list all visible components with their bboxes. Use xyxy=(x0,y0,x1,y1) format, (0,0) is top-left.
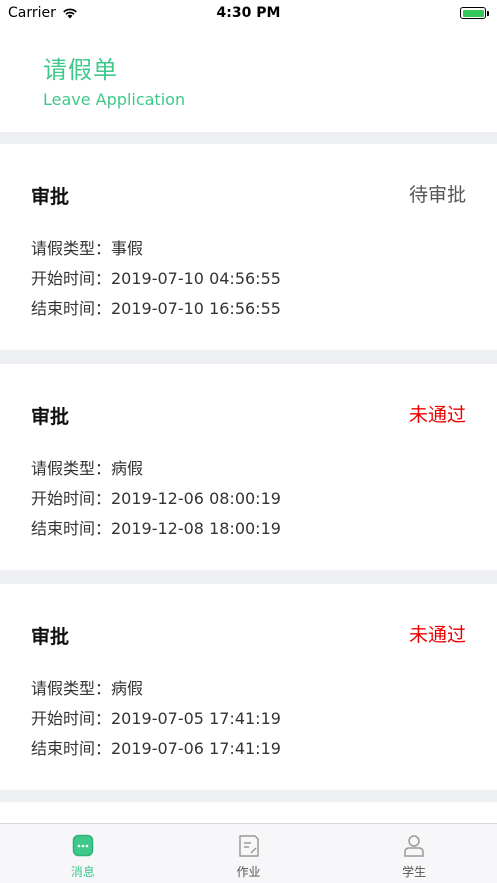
leave-card[interactable]: 审批 未通过 请假类型：病假 开始时间：2019-12-06 08:00:19 … xyxy=(0,364,497,570)
end-time: 结束时间：2019-12-08 18:00:19 xyxy=(31,519,281,538)
tab-label: 学生 xyxy=(402,865,427,879)
status-badge: 未通过 xyxy=(408,624,466,646)
status-badge: 未通过 xyxy=(408,404,466,426)
tab-homework[interactable]: 作业 xyxy=(166,824,332,883)
leave-type: 请假类型：事假 xyxy=(31,239,144,258)
status-bar: Carrier 4:30 PM xyxy=(0,0,497,26)
tab-bar: 消息 作业 学生 xyxy=(0,823,497,883)
end-time: 结束时间：2019-07-10 16:56:55 xyxy=(31,299,281,318)
section-divider xyxy=(0,570,497,584)
tab-students[interactable]: 学生 xyxy=(331,824,497,883)
page-title: 请假单 xyxy=(43,56,118,84)
page-subtitle: Leave Application xyxy=(43,90,186,109)
end-time: 结束时间：2019-07-06 17:41:19 xyxy=(31,739,281,758)
card-title: 审批 xyxy=(31,626,70,648)
leave-type: 请假类型：病假 xyxy=(31,459,144,478)
carrier-label: Carrier xyxy=(8,5,56,21)
start-time: 开始时间：2019-07-05 17:41:19 xyxy=(31,709,281,728)
leave-type: 请假类型：病假 xyxy=(31,679,144,698)
section-divider xyxy=(0,350,497,364)
leave-card[interactable]: 审批 未通过 请假类型：病假 开始时间：2019-07-05 17:41:19 … xyxy=(0,584,497,790)
leave-card[interactable]: 审批 待审批 请假类型：事假 开始时间：2019-07-10 04:56:55 … xyxy=(0,144,497,350)
status-badge: 待审批 xyxy=(408,184,466,206)
section-divider xyxy=(0,132,497,144)
tab-messages[interactable]: 消息 xyxy=(0,824,166,883)
start-time: 开始时间：2019-12-06 08:00:19 xyxy=(31,489,281,508)
battery-icon xyxy=(460,7,489,19)
card-title: 审批 xyxy=(31,406,70,428)
message-icon xyxy=(72,834,94,857)
tab-label: 作业 xyxy=(236,865,261,879)
wifi-icon xyxy=(63,8,77,19)
section-divider xyxy=(0,790,497,802)
page-header: 请假单 Leave Application xyxy=(0,26,497,132)
start-time: 开始时间：2019-07-10 04:56:55 xyxy=(31,269,281,288)
tab-label: 消息 xyxy=(70,865,95,879)
student-icon xyxy=(404,835,424,857)
card-title: 审批 xyxy=(31,186,70,208)
homework-icon xyxy=(238,835,259,857)
